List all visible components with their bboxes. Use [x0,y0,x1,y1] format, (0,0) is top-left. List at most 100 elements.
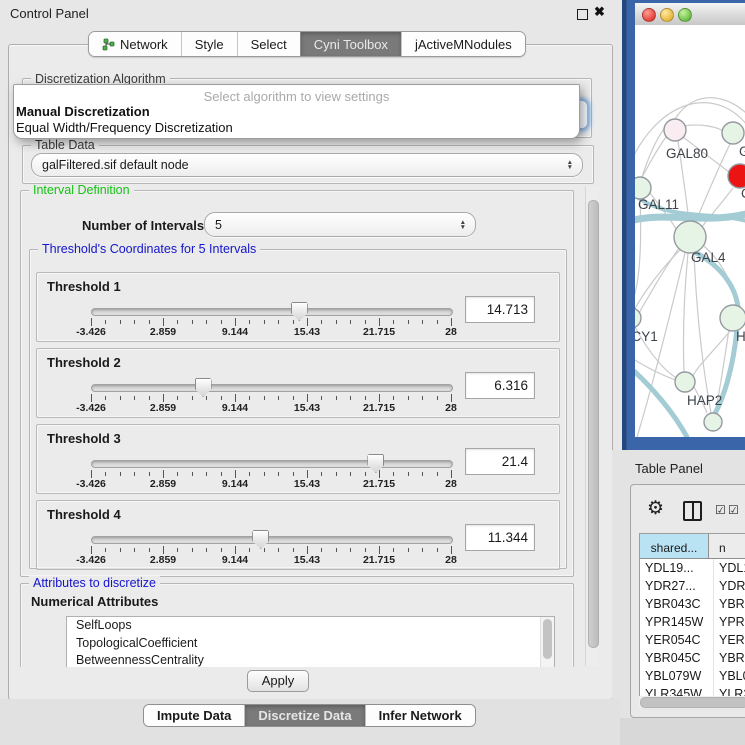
slider-tick-mark [264,396,265,400]
table-horizontal-scrollbar[interactable] [639,696,745,707]
threshold-slider-track[interactable] [91,460,453,468]
apply-button[interactable]: Apply [247,670,309,692]
minimize-traffic-light-icon[interactable] [660,8,674,22]
tab-discretize-data[interactable]: Discretize Data [244,705,364,726]
numerical-attribute-item[interactable]: SelfLoops [67,617,554,635]
checkbox-icon[interactable]: ☑ [728,503,739,517]
slider-tick-mark [451,318,452,326]
network-node-label: GAL4 [691,250,726,265]
scrollbar-thumb[interactable] [588,200,599,648]
numerical-attribute-item[interactable]: TopologicalCoefficient [67,635,554,653]
table-row[interactable]: YDL19...YDL1 [640,559,745,577]
slider-scale-label: 15.43 [294,402,320,414]
table-data-combobox[interactable]: galFiltered.sif default node ▲▼ [31,153,583,177]
slider-tick-mark [336,472,337,476]
network-node[interactable] [704,413,722,431]
table-rows: YDL19...YDL1YDR27...YDR2YBR043CYBR0YPR14… [640,559,745,696]
table-row[interactable]: YPR145WYPR1 [640,613,745,631]
table-cell-name: YLR3 [714,685,745,696]
number-of-intervals-combobox[interactable]: 5 ▲▼ [204,212,476,237]
network-node[interactable] [675,372,695,392]
table-row[interactable]: YBR043CYBR0 [640,595,745,613]
float-window-icon[interactable] [577,9,588,20]
table-row[interactable]: YBL079WYBL0 [640,667,745,685]
table-cell-name: YBR0 [714,595,745,613]
network-node[interactable] [674,221,706,253]
table-cell-shared-name: YBL079W [640,667,714,685]
numerical-attribute-item[interactable]: BetweennessCentrality [67,652,554,667]
threshold-value-field[interactable]: 6.316 [465,372,535,399]
table-row[interactable]: YLR345WYLR3 [640,685,745,696]
network-node[interactable] [664,119,686,141]
network-node[interactable] [722,122,744,144]
slider-tick-mark [120,472,121,476]
interval-definition-group: Interval Definition Number of Intervals … [20,190,574,577]
threshold-slider-track[interactable] [91,536,453,544]
slider-tick-mark [293,320,294,324]
scrollbar-thumb[interactable] [543,619,552,659]
main-vertical-scrollbar[interactable] [585,186,599,666]
threshold-slider-track[interactable] [91,384,453,392]
tab-infer-network[interactable]: Infer Network [365,705,475,726]
window-title: Control Panel [10,6,89,21]
control-panel-window: Control Panel ✖ Network Style Select Cyn… [0,0,745,745]
slider-tick-mark [336,396,337,400]
tab-style[interactable]: Style [181,32,237,56]
network-canvas[interactable]: GAL80GCGAL11GAL4GCY1HHAP2 [635,25,745,437]
table-data-group: Table Data galFiltered.sif default node … [22,145,594,184]
slider-tick-mark [105,472,106,476]
threshold-value-field[interactable]: 21.4 [465,448,535,475]
tab-jactivemnodules[interactable]: jActiveMNodules [401,32,525,56]
combobox-stepper-icon: ▲▼ [460,220,466,230]
slider-scale-label: -3.426 [76,326,106,338]
column-header-name[interactable]: n [709,534,745,558]
settings-gear-icon[interactable]: ⚙ [647,497,664,520]
numerical-attributes-list[interactable]: SelfLoopsTopologicalCoefficientBetweenne… [66,616,555,667]
slider-scale-label: 28 [445,402,457,414]
node-attribute-table[interactable]: shared... n YDL19...YDL1YDR27...YDR2YBR0… [639,533,745,696]
table-header-row: shared... n [640,534,745,559]
slider-tick-mark [321,396,322,400]
slider-tick-mark [321,548,322,552]
slider-scale-label: 9.144 [222,326,248,338]
network-window-titlebar[interactable] [635,3,745,26]
attributes-list-scrollbar[interactable] [540,617,554,667]
network-node[interactable] [728,164,745,188]
split-view-icon[interactable] [683,501,702,521]
table-row[interactable]: YER054CYER0 [640,631,745,649]
network-edge [635,250,680,325]
slider-tick-mark [206,396,207,400]
table-row[interactable]: YDR27...YDR2 [640,577,745,595]
network-edge [683,253,688,372]
threshold-slider-track[interactable] [91,308,453,316]
checkbox-icon[interactable]: ☑ [715,503,726,517]
slider-tick-mark [437,472,438,476]
threshold-label: Threshold 3 [47,431,121,446]
network-edge [637,253,685,437]
column-header-shared-name[interactable]: shared... [640,534,709,558]
slider-tick-mark [264,548,265,552]
close-icon[interactable]: ✖ [594,4,605,20]
table-panel-box: ⚙ ☑ ☑ shared... n YDL19...YDL1YDR27...YD… [630,484,745,718]
zoom-traffic-light-icon[interactable] [678,8,692,22]
popup-option-equal-width-frequency[interactable]: Equal Width/Frequency Discretization [14,120,579,136]
popup-option-manual-discretization[interactable]: Manual Discretization [14,104,579,120]
network-node[interactable] [720,305,745,331]
slider-tick-mark [192,320,193,324]
table-row[interactable]: YBR045CYBR0 [640,649,745,667]
network-graph: GAL80GCGAL11GAL4GCY1HHAP2 [635,25,745,437]
tab-label: Infer Network [379,708,462,723]
network-edge [701,188,733,228]
tab-network[interactable]: Network [89,32,181,56]
network-node[interactable] [635,177,651,199]
group-title: Table Data [31,138,99,152]
slider-tick-mark [134,320,135,324]
tab-impute-data[interactable]: Impute Data [144,705,244,726]
threshold-value-field[interactable]: 11.344 [465,524,535,551]
scrollbar-thumb[interactable] [640,697,745,708]
slider-scale-label: 21.715 [363,554,395,566]
close-traffic-light-icon[interactable] [642,8,656,22]
threshold-value-field[interactable]: 14.713 [465,296,535,323]
tab-select[interactable]: Select [237,32,300,56]
tab-cyni-toolbox[interactable]: Cyni Toolbox [300,32,401,56]
